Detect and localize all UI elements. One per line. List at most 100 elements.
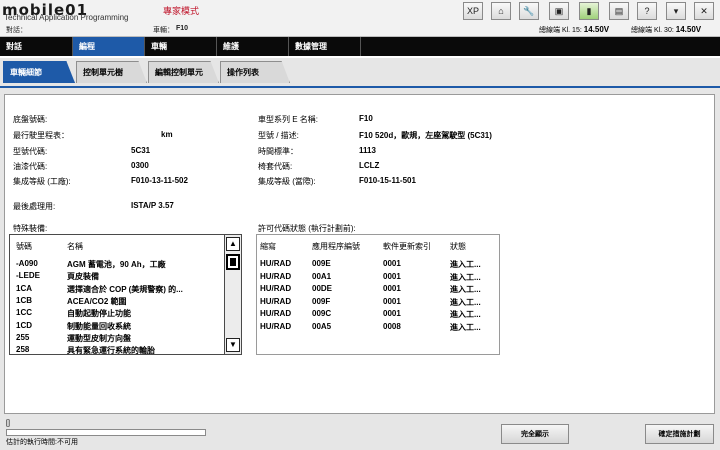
- wrench-icon[interactable]: 🔧: [519, 2, 539, 20]
- detail-label: 椅套代碼:: [258, 162, 293, 171]
- connection-icon[interactable]: ▣: [549, 2, 569, 20]
- table-row[interactable]: HU/RAD 00A1 0001 進入工...: [257, 272, 497, 284]
- license-status: 進入工...: [450, 272, 481, 282]
- list-item[interactable]: 255 運動型皮制方向盤: [10, 333, 224, 345]
- equip-name: 制動能量回收系統: [67, 321, 131, 331]
- license-index: 0001: [383, 296, 401, 306]
- table-row[interactable]: HU/RAD 009F 0001 進入工...: [257, 297, 497, 309]
- license-abbr: HU/RAD: [260, 322, 292, 331]
- main-tab-4[interactable]: 數據管理: [289, 37, 361, 56]
- app-title: Technical Application Programming: [4, 13, 129, 22]
- license-index: 0001: [383, 284, 401, 294]
- kl30-readout: 總線端 Kl. 30: 14.50V: [631, 25, 701, 35]
- table-row[interactable]: HU/RAD 009E 0001 進入工...: [257, 259, 497, 271]
- license-app: 00A1: [312, 271, 332, 281]
- equip-code: 255: [16, 332, 30, 342]
- detail-label: 車型系列 E 名稱:: [258, 115, 319, 124]
- license-abbr: HU/RAD: [260, 284, 292, 294]
- equip-col-code: 號碼: [16, 242, 32, 251]
- detail-right-row: 椅套代碼: LCLZ: [258, 161, 658, 173]
- sub-tab-0[interactable]: 車輛細節: [3, 61, 75, 83]
- detail-label: 型號代碼:: [13, 147, 48, 156]
- dialog-label: 對話：: [6, 27, 27, 34]
- main-tab-0[interactable]: 對話: [0, 37, 73, 56]
- main-tab-2[interactable]: 車輛: [145, 37, 217, 56]
- detail-left-row: 集成等級 (工廠): F010-13-11-502: [13, 176, 253, 188]
- equip-name: 選擇適合於 COP (美規警察) 的...: [67, 284, 183, 294]
- equip-code: 1CD: [16, 320, 33, 330]
- scroll-down-icon[interactable]: ▼: [226, 338, 240, 352]
- equip-code: 1CA: [16, 283, 33, 293]
- table-row[interactable]: HU/RAD 00DE 0001 進入工...: [257, 284, 497, 296]
- license-app: 00A5: [312, 322, 332, 331]
- detail-value: F010-13-11-502: [131, 176, 188, 185]
- list-item[interactable]: -A090 AGM 蓄電池，90 Ah，工廠: [10, 259, 224, 271]
- vehicle-details-panel: 底盤號碼: 最行駛里程表： km 型號代碼: 5C31 油漆代碼: 0300 集成等級 (工廠…: [4, 94, 715, 414]
- equip-code: -LEDE: [16, 271, 40, 281]
- detail-value: 1113: [359, 146, 376, 155]
- vehicle-label: 車輛：: [153, 27, 174, 34]
- sub-tab-1[interactable]: 控制單元樹: [76, 61, 147, 83]
- home-icon[interactable]: ⌂: [491, 2, 511, 20]
- help-icon[interactable]: ?: [637, 2, 657, 20]
- detail-left-row: 最行駛里程表： km: [13, 130, 253, 142]
- list-item[interactable]: 1CB ACEA/CO2 範圍: [10, 296, 224, 308]
- list-item[interactable]: -LEDE 頁皮裝備: [10, 271, 224, 283]
- main-tab-1[interactable]: 編程: [73, 37, 145, 56]
- list-item[interactable]: 258 具有緊急運行系統的輪胎: [10, 345, 224, 355]
- license-index: 0001: [383, 271, 401, 281]
- license-app: 009E: [312, 259, 331, 268]
- table-row[interactable]: HU/RAD 00A5 0008 進入工...: [257, 322, 497, 334]
- detail-label: 時間標準：: [258, 147, 298, 156]
- detail-right-row: 時間標準： 1113: [258, 146, 658, 158]
- detail-label: 型號 / 描述:: [258, 131, 299, 140]
- scroll-thumb[interactable]: [226, 254, 240, 270]
- license-status: 進入工...: [450, 297, 481, 307]
- license-codes-list[interactable]: 縮寫 應用程序編號 軟件更新索引 狀態 HU/RAD 009E 0001 進入工...…: [256, 234, 500, 355]
- kl15-label: 總線端 Kl. 15:: [539, 27, 582, 34]
- list-item[interactable]: 1CC 自動起動停止功能: [10, 308, 224, 320]
- last-processing-label: 最後處理用:: [13, 202, 56, 211]
- progress-bar: [6, 429, 206, 436]
- equip-code: -A090: [16, 259, 38, 268]
- confirm-plan-button[interactable]: 確定措施計劃: [645, 424, 714, 444]
- equip-name: AGM 蓄電池，90 Ah，工廠: [67, 260, 166, 269]
- detail-right-row: 車型系列 E 名稱: F10: [258, 114, 658, 126]
- equip-name: 運動型皮制方向盤: [67, 333, 131, 343]
- list-item[interactable]: 1CD 制動能量回收系統: [10, 321, 224, 333]
- expert-mode-label: 專家模式: [163, 6, 200, 16]
- license-abbr: HU/RAD: [260, 309, 292, 319]
- print-icon[interactable]: ▤: [609, 2, 629, 20]
- equip-scrollbar[interactable]: ▲ ▼: [224, 235, 241, 354]
- license-app: 00DE: [312, 284, 333, 294]
- list-item[interactable]: 1CA 選擇適合於 COP (美規警察) 的...: [10, 284, 224, 296]
- main-tab-3[interactable]: 維護: [217, 37, 289, 56]
- license-col-status: 狀態: [450, 242, 466, 251]
- sub-tab-2[interactable]: 編輯控制單元: [148, 61, 219, 83]
- kl15-readout: 總線端 Kl. 15: 14.50V: [539, 25, 609, 35]
- xp-button[interactable]: XP: [463, 2, 483, 20]
- detail-label: 底盤號碼:: [13, 115, 48, 124]
- footer-bar: [] 估計的執行時間:不可用 完全顯示 確定措施計劃: [0, 420, 720, 450]
- detail-left-row: 底盤號碼:: [13, 114, 253, 126]
- license-status: 進入工...: [450, 323, 481, 332]
- detail-value: F10 520d，歐規，左座駕駛型 (5C31): [359, 131, 492, 140]
- equip-name: 具有緊急運行系統的輪胎: [67, 346, 155, 355]
- battery-icon[interactable]: ▮: [579, 2, 599, 20]
- license-index: 0008: [383, 322, 401, 331]
- license-abbr: HU/RAD: [260, 259, 292, 268]
- full-show-button[interactable]: 完全顯示: [501, 424, 569, 444]
- vehicle-value: F10: [176, 25, 189, 32]
- minimize-icon[interactable]: ▾: [666, 2, 686, 20]
- close-icon[interactable]: ✕: [694, 2, 714, 20]
- license-app: 009F: [312, 296, 331, 306]
- equip-name: 自動起動停止功能: [67, 309, 131, 319]
- special-equipment-list[interactable]: 號碼 名稱 -A090 AGM 蓄電池，90 Ah，工廠 -LEDE 頁皮裝備 1CA 選…: [9, 234, 242, 355]
- detail-left-row: 油漆代碼: 0300: [13, 161, 253, 173]
- sub-tab-3[interactable]: 操作列表: [220, 61, 290, 83]
- license-abbr: HU/RAD: [260, 296, 292, 306]
- license-status: 進入工...: [450, 285, 481, 295]
- table-row[interactable]: HU/RAD 009C 0001 進入工...: [257, 309, 497, 321]
- scroll-up-icon[interactable]: ▲: [226, 237, 240, 251]
- detail-value: F010-15-11-501: [359, 176, 416, 185]
